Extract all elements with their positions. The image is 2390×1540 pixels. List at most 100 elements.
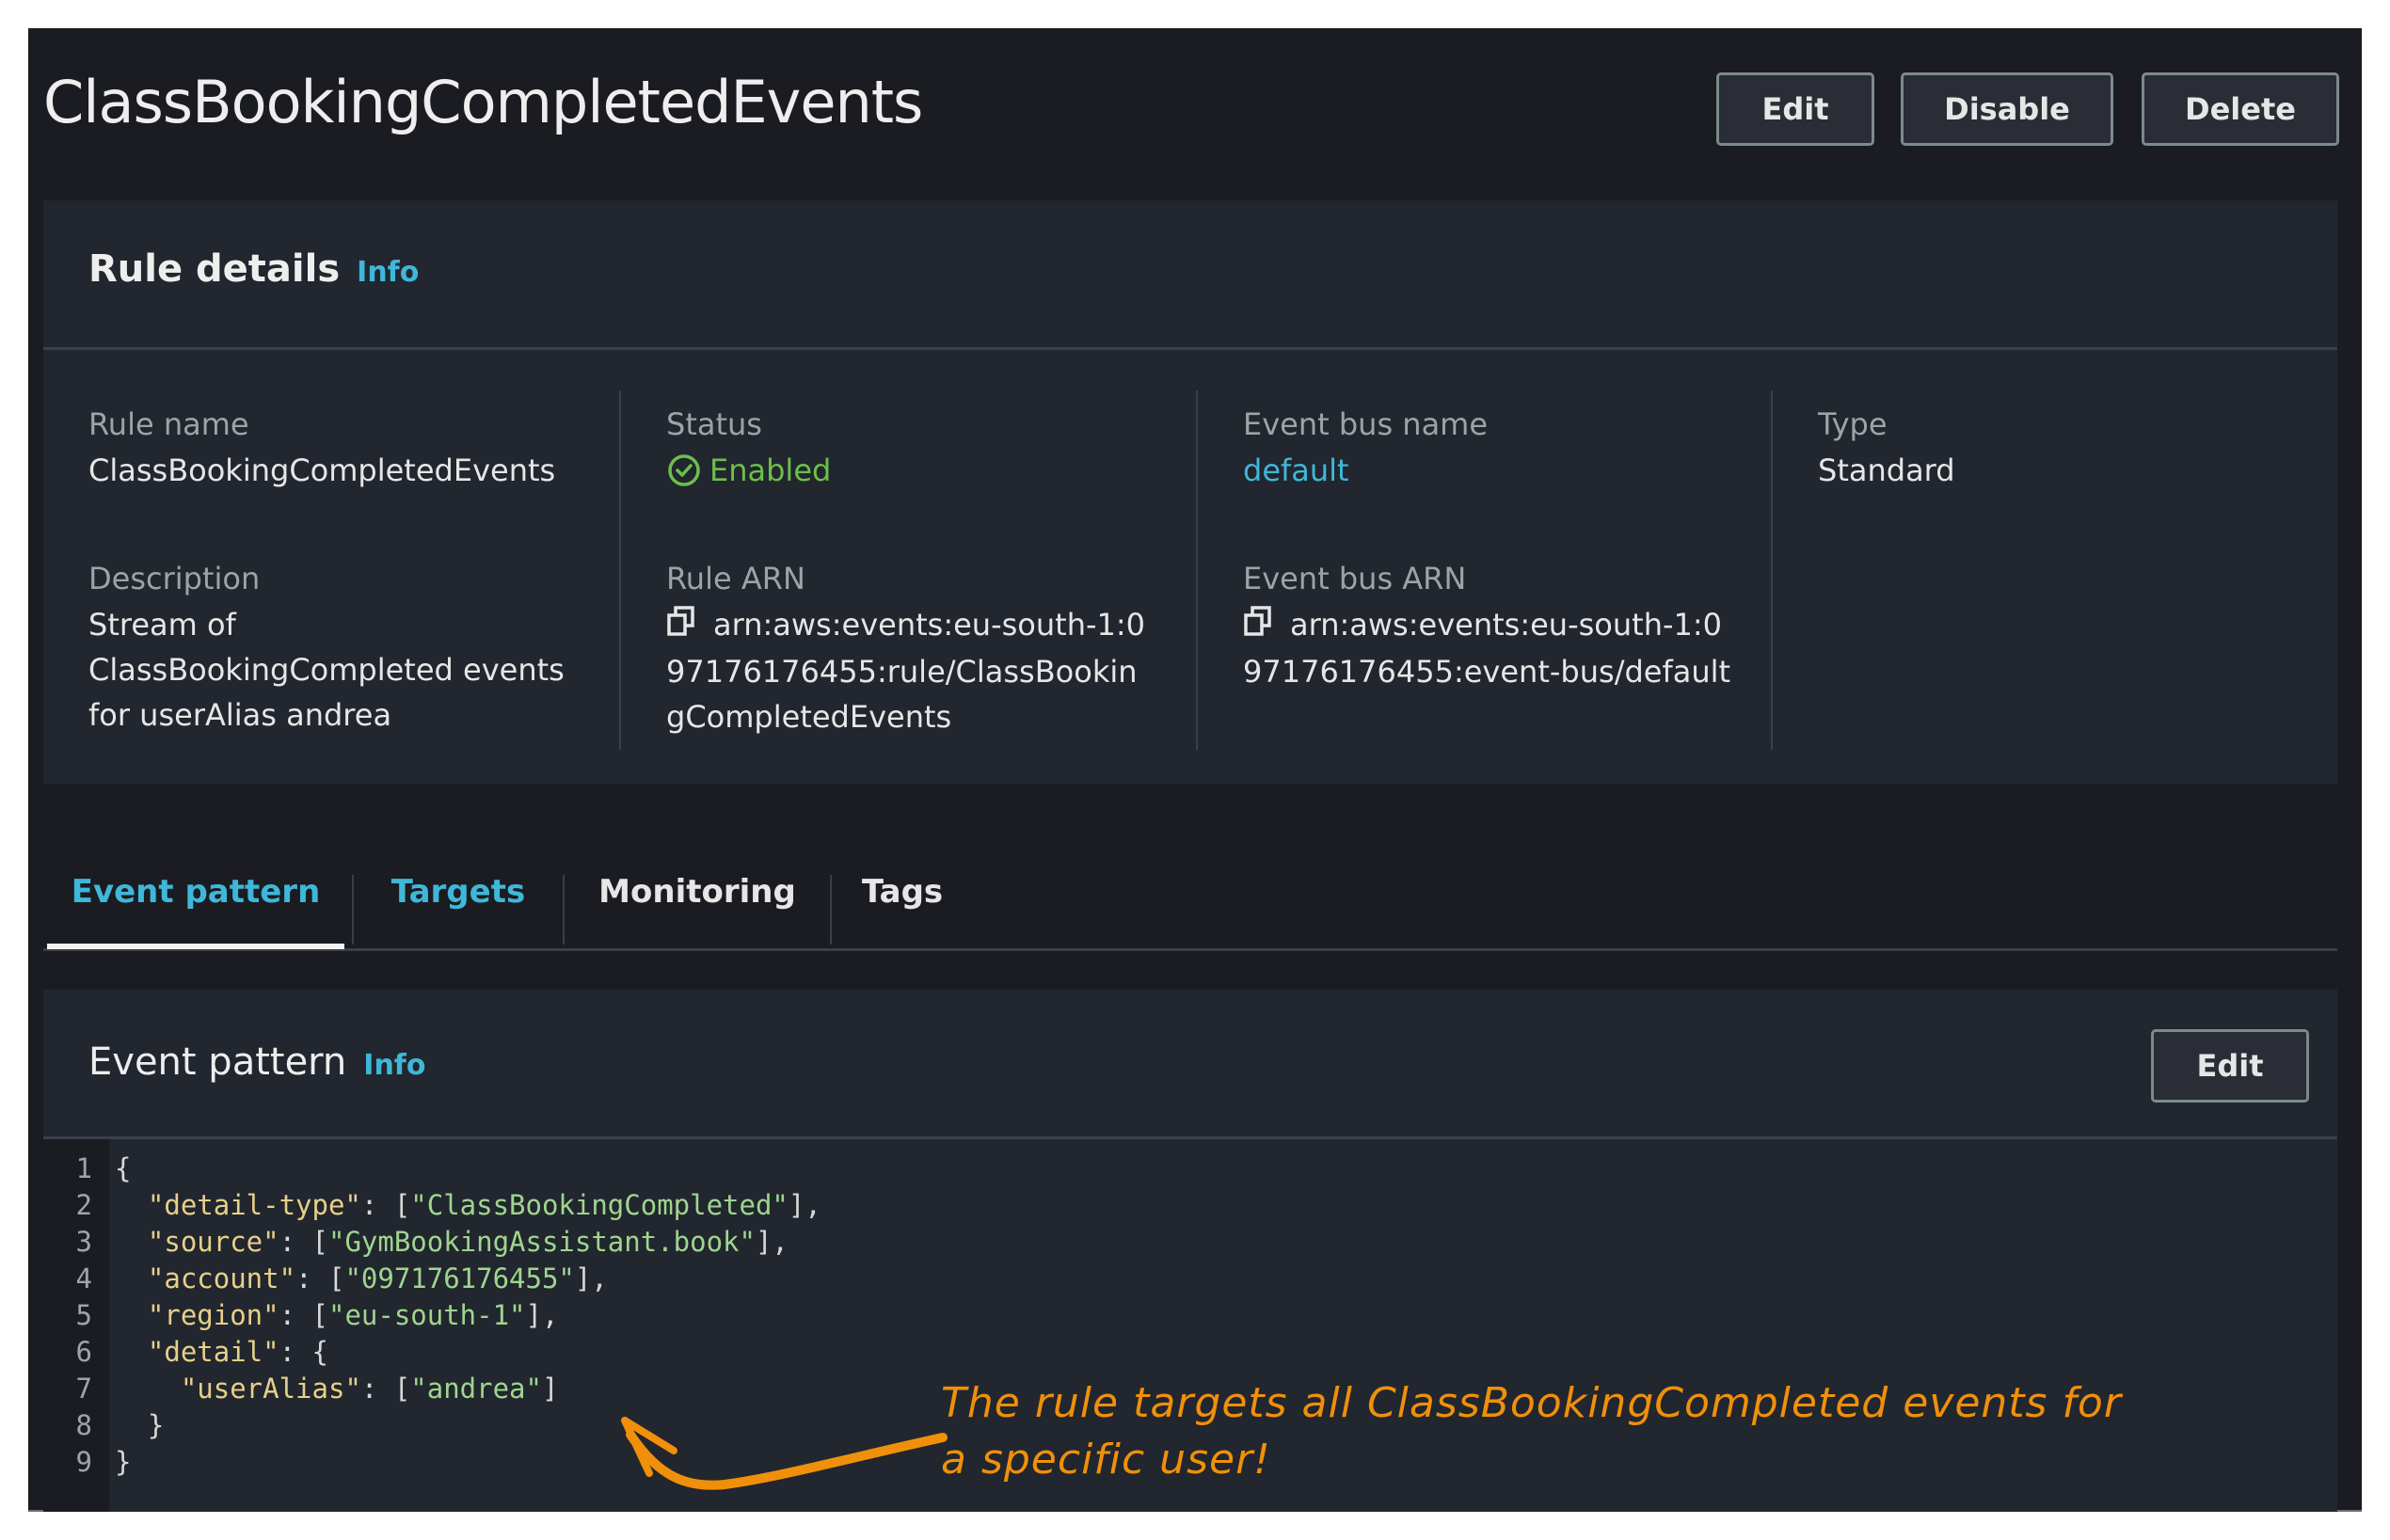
json-punctuation: { [115,1152,132,1184]
copy-icon[interactable] [666,601,696,652]
annotation-line: The rule targets all ClassBookingComplet… [941,1379,2122,1427]
annotation-text: The rule targets all ClassBookingComplet… [941,1375,2122,1488]
rule-arn-label: Rule ARN [666,561,805,596]
json-punctuation: : [ [279,1226,328,1258]
line-number: 3 [75,1226,92,1258]
event-bus-arn-text: arn:aws:events:eu-south-1:0 [1290,607,1723,643]
field-event-bus-arn: Event bus ARN arn:aws:events:eu-south-1:… [1243,558,1789,697]
tab-monitoring[interactable]: Monitoring [565,835,830,948]
line-number: 1 [75,1152,92,1184]
disable-rule-button[interactable]: Disable [1901,72,2113,146]
status-badge: Enabled [666,445,1212,496]
json-punctuation: : [ [360,1189,411,1221]
code-text: "source": ["GymBookingAssistant.book"], [115,1224,789,1261]
description-line: ClassBookingCompleted events [88,652,565,688]
edit-pattern-button[interactable]: Edit [2151,1029,2309,1103]
rule-tabs: Event pattern Targets Monitoring Tags [43,835,2337,951]
json-punctuation: : [ [360,1373,411,1405]
code-text: } [115,1444,131,1481]
json-key: "source" [147,1226,279,1258]
field-status: Status Enabled [666,404,1212,545]
rule-details-info-link[interactable]: Info [357,256,419,289]
code-text: "detail": { [115,1334,328,1371]
field-rule-name: Rule name ClassBookingCompletedEvents [88,404,615,545]
event-bus-name-link[interactable]: default [1243,445,1789,496]
rule-arn-line: 97176176455:rule/ClassBookin [666,654,1138,690]
json-punctuation: : [ [279,1299,328,1331]
rule-details-header: Rule details Info [43,200,2337,350]
code-text: "region": ["eu-south-1"], [115,1297,559,1334]
annotation-line: a specific user! [941,1436,1271,1484]
code-text: "detail-type": ["ClassBookingCompleted"]… [115,1187,821,1224]
tab-event-pattern[interactable]: Event pattern [47,835,344,948]
json-punctuation: } [147,1409,165,1441]
event-pattern-info-link[interactable]: Info [363,1049,425,1082]
json-punctuation: ] [541,1373,559,1405]
column-status: Status Enabled Rule ARN arn:aws:events:e… [619,390,1212,750]
rule-details-heading: Rule details [88,247,341,291]
json-string: "097176176455" [344,1262,575,1294]
json-punctuation: ], [574,1262,608,1294]
line-number: 7 [75,1373,92,1405]
json-punctuation: : [ [295,1262,345,1294]
code-text: { [115,1151,131,1187]
edit-rule-button[interactable]: Edit [1716,72,1874,146]
json-string: "andrea" [410,1373,542,1405]
tab-tags[interactable]: Tags [832,835,973,948]
rule-arn-line: gCompletedEvents [666,699,952,735]
field-event-bus-name: Event bus name default [1243,404,1789,545]
event-bus-name-label: Event bus name [1243,406,1489,442]
line-number: 9 [75,1446,92,1478]
rule-details-panel: Rule details Info Rule name ClassBookingC… [43,200,2337,784]
rule-arn-text: arn:aws:events:eu-south-1:0 [713,607,1146,643]
field-rule-arn: Rule ARN arn:aws:events:eu-south-1:0 971… [666,558,1212,742]
delete-rule-button[interactable]: Delete [2142,72,2339,146]
description-line: Stream of [88,607,236,643]
copy-icon[interactable] [1243,601,1273,652]
line-number: 8 [75,1409,92,1441]
json-key: "detail" [147,1336,279,1368]
event-pattern-title: Event pattern Info [88,1040,425,1084]
active-tab-indicator [47,944,344,949]
status-label: Status [666,406,762,442]
json-key: "detail-type" [147,1189,361,1221]
description-line: for userAlias andrea [88,697,392,733]
column-event-bus: Event bus name default Event bus ARN arn… [1196,390,1789,750]
code-text: } [115,1407,164,1444]
field-type: Type Standard [1818,404,2345,545]
rule-detail-page: ClassBookingCompletedEvents Edit Disable… [28,28,2362,1512]
line-number: 6 [75,1336,92,1368]
code-text: "userAlias": ["andrea"] [115,1371,559,1407]
json-punctuation: } [115,1446,132,1478]
json-punctuation: ], [788,1189,821,1221]
type-label: Type [1818,406,1888,442]
event-bus-arn-label: Event bus ARN [1243,561,1467,596]
line-number: 5 [75,1299,92,1331]
status-value: Enabled [709,452,832,488]
check-circle-icon [668,454,700,486]
json-punctuation: ], [525,1299,559,1331]
rule-details-title: Rule details Info [88,247,419,291]
rule-name-label: Rule name [88,406,249,442]
type-value: Standard [1818,452,1955,488]
event-bus-arn-line: arn:aws:events:eu-south-1:0 [1232,599,1789,652]
field-description: Description Stream of ClassBookingComple… [88,558,615,740]
column-type: Type Standard [1771,390,2345,750]
json-key: "region" [147,1299,279,1331]
rule-arn-line: arn:aws:events:eu-south-1:0 [655,599,1212,652]
line-number: 4 [75,1262,92,1294]
event-pattern-heading: Event pattern [88,1040,347,1084]
json-key: "userAlias" [180,1373,361,1405]
json-punctuation: ], [755,1226,789,1258]
page-title: ClassBookingCompletedEvents [43,68,923,136]
rule-name-value: ClassBookingCompletedEvents [88,452,556,488]
code-text: "account": ["097176176455"], [115,1261,608,1297]
json-string: "eu-south-1" [328,1299,526,1331]
description-label: Description [88,561,261,596]
tab-targets[interactable]: Targets [354,835,563,948]
event-pattern-header: Event pattern Info Edit [43,990,2337,1139]
line-number: 2 [75,1189,92,1221]
json-string: "ClassBookingCompleted" [410,1189,789,1221]
json-string: "GymBookingAssistant.book" [328,1226,756,1258]
event-bus-arn-line: 97176176455:event-bus/default [1243,654,1731,690]
